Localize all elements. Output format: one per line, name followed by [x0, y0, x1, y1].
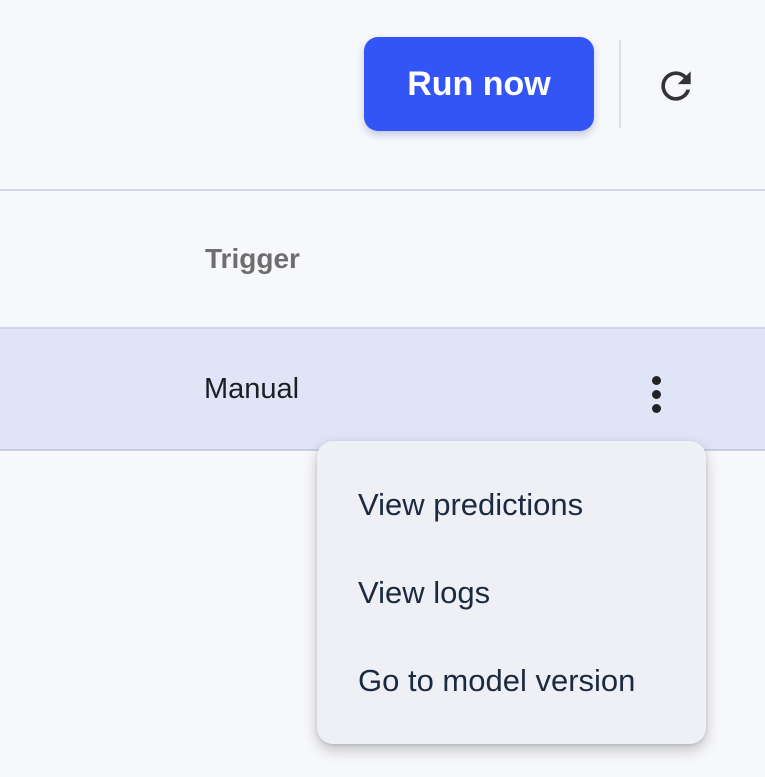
refresh-button[interactable]	[648, 58, 704, 114]
menu-item-view-predictions[interactable]: View predictions	[317, 461, 706, 549]
table-row[interactable]: Manual	[0, 329, 765, 451]
kebab-dot	[651, 389, 661, 399]
menu-item-view-logs[interactable]: View logs	[317, 549, 706, 637]
column-header-trigger[interactable]: Trigger	[205, 243, 300, 275]
trigger-cell: Manual	[204, 373, 300, 405]
run-now-button[interactable]: Run now	[364, 37, 594, 131]
kebab-menu-icon	[651, 375, 661, 385]
page: Run now Trigger Manual View predictions …	[0, 0, 765, 777]
row-actions-button[interactable]	[636, 369, 676, 419]
table-header-row: Trigger	[0, 189, 765, 329]
kebab-dot	[651, 403, 661, 413]
menu-item-go-to-model-version[interactable]: Go to model version	[317, 637, 706, 725]
refresh-icon	[661, 71, 691, 101]
toolbar-divider	[619, 40, 621, 128]
row-actions-menu: View predictions View logs Go to model v…	[317, 441, 706, 744]
